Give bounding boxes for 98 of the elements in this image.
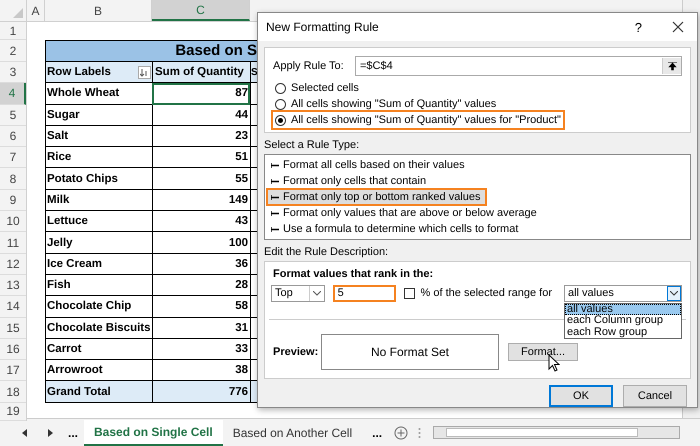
close-icon[interactable] bbox=[672, 21, 684, 33]
cancel-button[interactable]: Cancel bbox=[623, 385, 687, 407]
table-cell: Milk bbox=[45, 190, 152, 212]
bullet-icon bbox=[271, 210, 280, 216]
table-cell: Grand Total bbox=[45, 381, 152, 403]
table-cell: Chocolate Chip bbox=[45, 296, 152, 318]
row-number[interactable]: 2 bbox=[0, 40, 26, 62]
filter-sort-icon[interactable] bbox=[138, 66, 151, 79]
table-cell: 43 bbox=[152, 211, 250, 232]
row-number[interactable]: 6 bbox=[0, 126, 26, 148]
section-label: Select a Rule Type: bbox=[264, 138, 360, 153]
add-sheet-icon[interactable] bbox=[394, 426, 408, 440]
table-cell: 55 bbox=[152, 168, 250, 190]
rule-type-item[interactable]: Format all cells based on their values bbox=[267, 157, 688, 173]
section-label: Edit the Rule Description: bbox=[264, 245, 390, 260]
bullet-icon bbox=[271, 226, 280, 232]
row-number[interactable]: 5 bbox=[0, 104, 26, 126]
range-field[interactable]: =$C$4 bbox=[355, 56, 682, 76]
table-header: S bbox=[250, 62, 257, 84]
more-sheets[interactable]: ... bbox=[68, 426, 78, 440]
preview-label: Preview: bbox=[273, 346, 320, 358]
table-cell: 100 bbox=[152, 232, 250, 254]
row-number[interactable]: 12 bbox=[0, 254, 26, 275]
pivot-title: Based on S bbox=[45, 40, 257, 62]
row-number[interactable]: 7 bbox=[0, 147, 26, 168]
sheet-tab[interactable]: Based on Single Cell bbox=[84, 420, 223, 446]
bullet-icon bbox=[271, 178, 280, 184]
table-cell: Fish bbox=[45, 274, 152, 296]
table-header: Sum of Quantity bbox=[152, 62, 250, 84]
table-header[interactable]: Row Labels bbox=[45, 62, 152, 84]
table-cell: Rice bbox=[45, 147, 152, 168]
table-cell: Carrot bbox=[45, 338, 152, 360]
table-cell: 36 bbox=[152, 254, 250, 275]
horizontal-scrollbar[interactable] bbox=[433, 426, 680, 439]
row-number[interactable]: 13 bbox=[0, 274, 26, 296]
table-cell: Sugar bbox=[45, 104, 152, 126]
table-cell: Chocolate Biscuits bbox=[45, 318, 152, 339]
preview-box: No Format Set bbox=[321, 334, 499, 370]
table-cell: 44 bbox=[152, 104, 250, 126]
sheet-tab[interactable]: Based on Another Cell bbox=[222, 420, 362, 444]
collapse-icon[interactable] bbox=[662, 58, 681, 74]
caret-icon[interactable] bbox=[312, 290, 321, 296]
row-number[interactable]: 15 bbox=[0, 318, 26, 339]
row-number[interactable]: 9 bbox=[0, 190, 26, 212]
table-cell: Lettuce bbox=[45, 211, 152, 232]
ok-button[interactable]: OK bbox=[549, 385, 613, 407]
column-header[interactable]: C bbox=[152, 0, 250, 21]
table-cell: Jelly bbox=[45, 232, 152, 254]
row-number[interactable]: 1 bbox=[0, 22, 26, 40]
scroll-left-icon[interactable] bbox=[22, 428, 28, 436]
table-cell: 149 bbox=[152, 190, 250, 212]
row-number[interactable]: 17 bbox=[0, 360, 26, 382]
row-number[interactable]: 11 bbox=[0, 232, 26, 254]
help-button[interactable]: ? bbox=[634, 20, 642, 34]
rank-dropdown[interactable]: Top bbox=[271, 284, 325, 302]
bullet-icon bbox=[271, 162, 280, 168]
rule-type-item[interactable]: Format only cells that contain bbox=[267, 173, 688, 189]
row-number[interactable]: 16 bbox=[0, 338, 26, 360]
percent-checkbox[interactable]: % of the selected range for bbox=[404, 287, 552, 299]
table-cell: Ice Cream bbox=[45, 254, 152, 275]
row-number[interactable]: 14 bbox=[0, 296, 26, 318]
splitter-icon[interactable] bbox=[418, 426, 422, 438]
range-dropdown[interactable]: all values bbox=[564, 284, 682, 302]
mouse-pointer-icon bbox=[548, 354, 560, 372]
dropdown-option[interactable]: each Column group bbox=[565, 315, 681, 326]
rule-type-item[interactable]: Format only top or bottom ranked values bbox=[267, 189, 486, 205]
table-cell: Whole Wheat bbox=[45, 83, 152, 105]
dropdown-option[interactable]: each Row group bbox=[565, 326, 681, 338]
row-number[interactable]: 18 bbox=[0, 381, 26, 403]
dialog-title: New Formatting Rule bbox=[266, 20, 380, 34]
row-number[interactable]: 10 bbox=[0, 211, 26, 232]
radio-option[interactable]: Selected cells bbox=[273, 80, 361, 96]
row-number[interactable]: 4 bbox=[0, 83, 26, 105]
table-cell: 23 bbox=[152, 126, 250, 148]
column-header[interactable]: A bbox=[27, 0, 45, 21]
table-cell: Potato Chips bbox=[45, 168, 152, 190]
table-cell: 28 bbox=[152, 274, 250, 296]
row-number[interactable]: 8 bbox=[0, 168, 26, 190]
rank-heading: Format values that rank in the: bbox=[273, 268, 434, 280]
format-button[interactable]: Format... bbox=[508, 343, 578, 361]
table-cell: 776 bbox=[152, 381, 250, 403]
field-label: Apply Rule To: bbox=[273, 60, 345, 72]
scroll-right-icon[interactable] bbox=[48, 428, 54, 436]
table-cell: 87 bbox=[152, 83, 250, 105]
dropdown-button[interactable] bbox=[667, 286, 681, 300]
rule-type-item[interactable]: Use a formula to determine which cells to format bbox=[267, 221, 688, 237]
table-cell: 31 bbox=[152, 318, 250, 339]
table-cell: Salt bbox=[45, 126, 152, 148]
table-cell: 51 bbox=[152, 147, 250, 168]
table-cell: 58 bbox=[152, 296, 250, 318]
more-sheets[interactable]: ... bbox=[372, 426, 382, 440]
rule-type-item[interactable]: Format only values that are above or below average bbox=[267, 205, 688, 221]
radio-option[interactable]: All cells showing "Sum of Quantity" values bbox=[273, 96, 498, 112]
table-cell: 33 bbox=[152, 338, 250, 360]
radio-option[interactable]: All cells showing "Sum of Quantity" values for "Product" bbox=[273, 112, 563, 128]
bullet-icon bbox=[271, 194, 280, 200]
rank-count-field[interactable]: 5 bbox=[332, 284, 396, 302]
caret-icon[interactable] bbox=[670, 290, 678, 296]
